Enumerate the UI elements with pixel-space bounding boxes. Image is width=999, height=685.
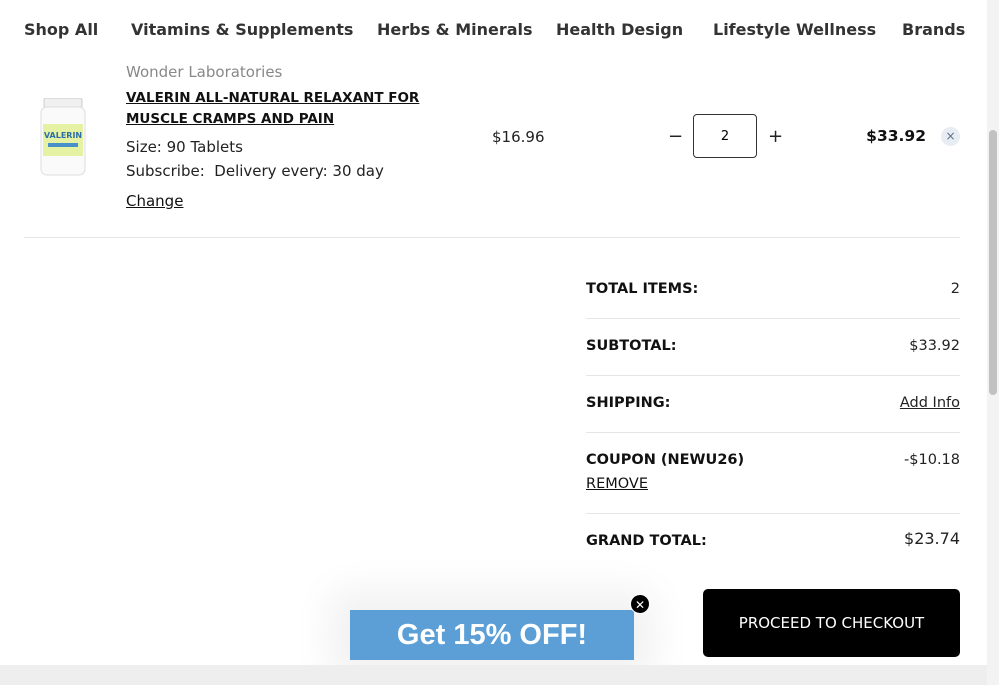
divider bbox=[24, 237, 960, 238]
quantity-increment-button[interactable]: + bbox=[768, 126, 783, 147]
bottom-bar bbox=[0, 665, 987, 685]
coupon-value: -$10.18 bbox=[904, 452, 960, 468]
quantity-decrement-button[interactable]: − bbox=[668, 126, 683, 147]
promo-discount-banner[interactable]: Get 15% OFF! bbox=[350, 610, 634, 660]
product-brand: Wonder Laboratories bbox=[126, 63, 283, 81]
promo-close-icon[interactable]: ✕ bbox=[630, 594, 650, 614]
unit-price: $16.96 bbox=[492, 128, 545, 146]
shipping-add-info-link[interactable]: Add Info bbox=[900, 395, 960, 411]
summary-row-grand-total: GRAND TOTAL: $23.74 bbox=[586, 514, 960, 564]
nav-health-design[interactable]: Health Design bbox=[556, 20, 683, 39]
summary-row-coupon: COUPON (NEWU26) -$10.18 REMOVE bbox=[586, 433, 960, 514]
coupon-label: COUPON (NEWU26) bbox=[586, 452, 745, 468]
grand-total-label: GRAND TOTAL: bbox=[586, 533, 707, 549]
nav-vitamins-supplements[interactable]: Vitamins & Supplements bbox=[131, 20, 353, 39]
change-subscription-link[interactable]: Change bbox=[126, 192, 183, 210]
product-thumbnail[interactable]: VALERIN bbox=[40, 98, 86, 176]
coupon-remove-link[interactable]: REMOVE bbox=[586, 476, 648, 492]
summary-row-shipping: SHIPPING: Add Info bbox=[586, 376, 960, 433]
proceed-to-checkout-button[interactable]: PROCEED TO CHECKOUT bbox=[703, 589, 960, 657]
remove-item-icon[interactable]: × bbox=[941, 127, 960, 146]
subtotal-label: SUBTOTAL: bbox=[586, 338, 677, 354]
top-nav: Shop All Vitamins & Supplements Herbs & … bbox=[0, 0, 987, 60]
summary-row-total-items: TOTAL ITEMS: 2 bbox=[586, 262, 960, 319]
total-items-label: TOTAL ITEMS: bbox=[586, 281, 699, 297]
nav-herbs-minerals[interactable]: Herbs & Minerals bbox=[377, 20, 533, 39]
total-items-value: 2 bbox=[950, 281, 960, 297]
summary-row-subtotal: SUBTOTAL: $33.92 bbox=[586, 319, 960, 376]
product-size: Size: 90 Tablets bbox=[126, 138, 243, 156]
shipping-label: SHIPPING: bbox=[586, 395, 671, 411]
nav-brands[interactable]: Brands bbox=[902, 20, 965, 39]
product-subscription: Subscribe: Delivery every: 30 day bbox=[126, 162, 384, 180]
line-total: $33.92 bbox=[866, 127, 926, 145]
thumbnail-label: VALERIN bbox=[44, 131, 82, 140]
subtotal-value: $33.92 bbox=[909, 338, 960, 354]
grand-total-value: $23.74 bbox=[904, 529, 960, 548]
product-name-link[interactable]: VALERIN ALL-NATURAL RELAXANT FOR MUSCLE … bbox=[126, 88, 446, 130]
nav-lifestyle-wellness[interactable]: Lifestyle Wellness bbox=[713, 20, 876, 39]
quantity-input[interactable] bbox=[693, 114, 757, 158]
nav-shop-all[interactable]: Shop All bbox=[24, 20, 98, 39]
scrollbar-thumb[interactable] bbox=[989, 130, 997, 395]
